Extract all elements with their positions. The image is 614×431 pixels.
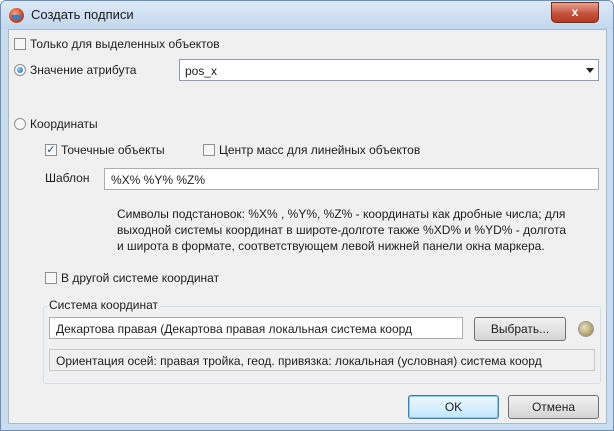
point-objects-checkbox[interactable]: ✓ <box>45 144 57 156</box>
other-system-checkbox[interactable] <box>45 272 57 284</box>
hint-line: и широта в формате, соответствующем лево… <box>117 239 545 253</box>
mass-center-checkbox[interactable] <box>203 144 215 156</box>
hint-line: Символы подстановок: %X% , %Y%, %Z% - ко… <box>117 207 566 221</box>
orientation-field: Ориентация осей: правая тройка, геод. пр… <box>49 349 595 371</box>
only-selected-label[interactable]: Только для выделенных объектов <box>30 37 220 51</box>
template-input[interactable]: %X% %Y% %Z% <box>104 168 599 190</box>
attribute-combo-value: pos_x <box>185 64 218 78</box>
template-input-value: %X% %Y% %Z% <box>111 173 206 187</box>
ok-button-label: OK <box>444 400 463 414</box>
only-selected-checkbox[interactable] <box>14 38 26 50</box>
attribute-combo[interactable]: pos_x <box>179 59 599 81</box>
template-label: Шаблон <box>45 171 90 185</box>
app-logo-icon <box>9 8 24 23</box>
coordinates-label[interactable]: Координаты <box>30 117 98 131</box>
choose-button-label: Выбрать... <box>490 322 550 336</box>
coord-system-value: Декартова правая (Декартова правая локал… <box>56 322 413 336</box>
substitution-hint: Символы подстановок: %X% , %Y%, %Z% - ко… <box>117 206 597 254</box>
window-title: Создать подписи <box>31 7 134 22</box>
attribute-value-label[interactable]: Значение атрибута <box>30 63 136 77</box>
globe-icon[interactable] <box>578 321 594 337</box>
other-system-label[interactable]: В другой системе координат <box>61 271 219 285</box>
hint-line: выходной системы координат в широте-долг… <box>117 223 567 237</box>
coord-system-group-label: Система координат <box>47 298 161 312</box>
cancel-button-label: Отмена <box>531 400 576 414</box>
dialog-window: Создать подписи x Только для выделенных … <box>0 0 614 431</box>
mass-center-label[interactable]: Центр масс для линейных объектов <box>219 143 420 157</box>
coordinates-radio[interactable] <box>14 118 26 130</box>
title-bar[interactable]: Создать подписи x <box>1 1 613 29</box>
attribute-value-radio[interactable] <box>14 64 26 76</box>
orientation-text: Ориентация осей: правая тройка, геод. пр… <box>56 354 542 368</box>
choose-button[interactable]: Выбрать... <box>474 317 566 341</box>
close-button[interactable]: x <box>551 2 599 23</box>
chevron-down-icon[interactable] <box>586 68 594 73</box>
dialog-client-area: Только для выделенных объектов Значение … <box>8 29 607 424</box>
coord-system-field[interactable]: Декартова правая (Декартова правая локал… <box>49 317 463 339</box>
point-objects-label[interactable]: Точечные объекты <box>61 143 165 157</box>
cancel-button[interactable]: Отмена <box>508 395 599 419</box>
ok-button[interactable]: OK <box>408 395 499 419</box>
